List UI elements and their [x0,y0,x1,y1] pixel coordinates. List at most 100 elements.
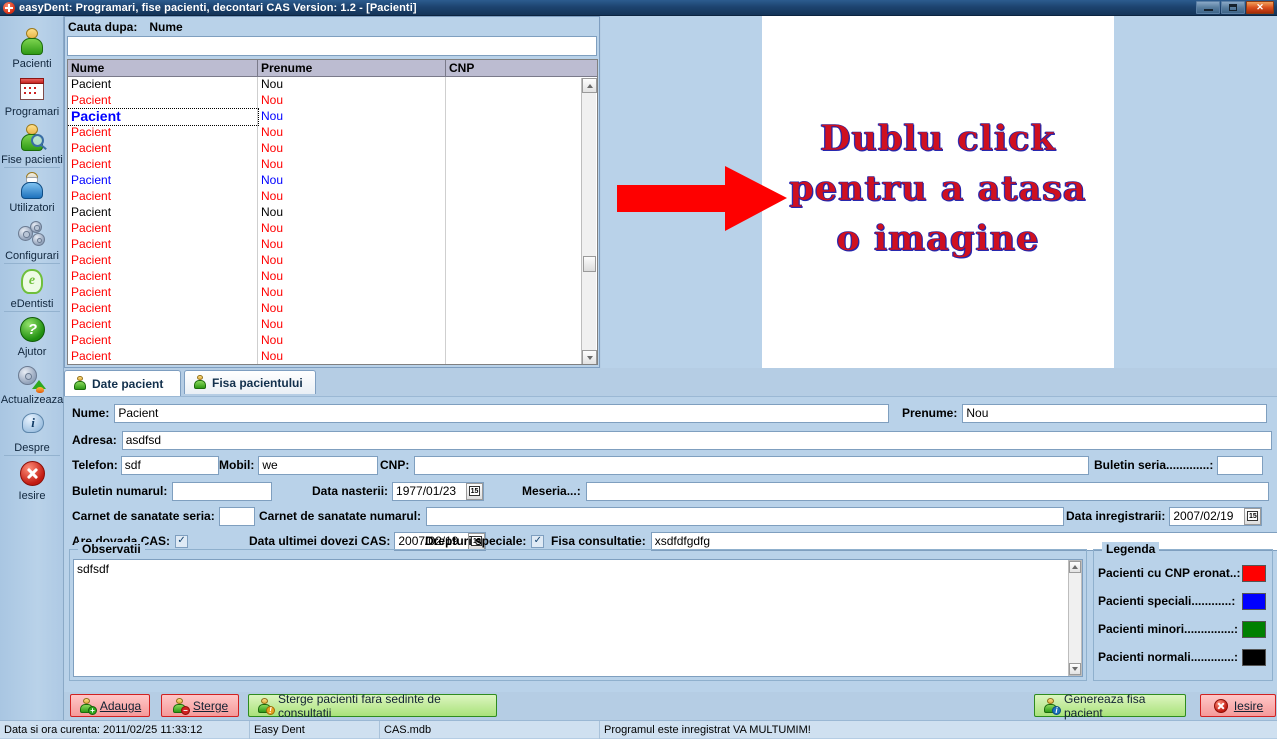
table-row[interactable]: PacientNou [68,109,597,125]
meseria-input[interactable] [586,482,1269,501]
cell-nume: Pacient [68,173,258,189]
calendar-picker-icon[interactable]: 15 [466,483,483,500]
buletin-numarul-input[interactable] [172,482,272,501]
cell-nume: Pacient [68,317,258,333]
tab-date-pacient[interactable]: Date pacient [64,370,181,396]
adauga-button[interactable]: + Adauga [70,694,150,717]
calendar-picker-icon[interactable]: 15 [1244,508,1261,525]
data-inregistrarii-datebox[interactable]: 15 [1169,507,1262,526]
scroll-up-button[interactable] [582,78,597,93]
nume-input[interactable] [114,404,889,423]
field-row-buletin-seria: Buletin seria.............: [1094,455,1263,475]
cnp-input[interactable] [414,456,1089,475]
sidebar-item-utilizatori[interactable]: Utilizatori [0,168,64,214]
legend-panel: Legenda Pacienti cu CNP eronat..: Pacien… [1093,549,1273,681]
tab-bar: Date pacient Fisa pacientului [64,370,1277,396]
sterge-button[interactable]: − Sterge [161,694,239,717]
legend-swatch [1242,593,1266,610]
data-nasterii-datebox[interactable]: 15 [392,482,484,501]
table-row[interactable]: PacientNou [68,269,597,285]
close-button[interactable]: ✕ [1246,1,1274,14]
info-balloon-icon: i [17,411,47,441]
sidebar-item-actualizeaza[interactable]: Actualizeaza [0,360,64,406]
cell-cnp [446,109,581,125]
attach-image-dropzone[interactable]: Dublu click pentru a atasa o imagine [762,16,1114,368]
table-row[interactable]: PacientNou [68,205,597,221]
sidebar-item-programari[interactable]: Programari [0,72,64,118]
legend-title: Legenda [1102,542,1159,556]
observatii-textarea[interactable]: sdfsdf [73,559,1083,677]
scroll-down-button[interactable] [582,350,597,365]
iesire-button[interactable]: Iesire [1200,694,1276,717]
legend-row-normali: Pacienti normali.............: [1098,648,1270,666]
field-row-nume: Nume: [72,403,889,423]
sidebar-item-ajutor[interactable]: ? Ajutor [0,312,64,358]
patient-icon [73,376,87,391]
field-row-meseria: Meseria...: [522,481,1269,501]
hint-line-3: o imagine [762,214,1114,264]
field-row-drepturi-speciale: Drepturi speciale: ✓ [425,531,544,551]
table-row[interactable]: PacientNou [68,141,597,157]
field-row-cnp: CNP: [380,455,1089,475]
sterge-pacienti-fara-sedinte-button[interactable]: ! Sterge pacienti fara sedinte de consul… [248,694,497,717]
fisa-consultatie-input[interactable] [651,532,1277,551]
table-row[interactable]: PacientNou [68,173,597,189]
cell-prenume: Nou [258,93,446,109]
legend-row-cnp-eronat: Pacienti cu CNP eronat..: [1098,564,1270,582]
scrollbar-thumb[interactable] [583,256,596,272]
prenume-input[interactable] [962,404,1267,423]
observatii-scrollbar[interactable] [1068,560,1082,676]
table-row[interactable]: PacientNou [68,253,597,269]
grid-column-nume[interactable]: Nume [68,60,258,76]
carnet-numarul-input[interactable] [426,507,1064,526]
drepturi-speciale-checkbox[interactable]: ✓ [531,535,544,548]
telefon-input[interactable] [121,456,219,475]
sidebar-item-iesire[interactable]: Iesire [0,456,64,502]
cell-prenume: Nou [258,301,446,317]
sidebar-item-edentisti[interactable]: e eDentisti [0,264,64,310]
grid-column-prenume[interactable]: Prenume [258,60,446,76]
cell-nume: Pacient [68,157,258,173]
sidebar-item-pacienti[interactable]: Pacienti [0,24,64,70]
tab-label: Date pacient [92,377,163,391]
mobil-input[interactable] [258,456,378,475]
adresa-input[interactable] [122,431,1272,450]
table-row[interactable]: PacientNou [68,93,597,109]
patient-search-icon [17,123,47,153]
table-row[interactable]: PacientNou [68,301,597,317]
scroll-down-button[interactable] [1069,663,1081,675]
table-row[interactable]: PacientNou [68,189,597,205]
carnet-seria-input[interactable] [219,507,255,526]
minimize-button[interactable] [1196,1,1220,14]
help-question-icon: ? [17,315,47,345]
update-gear-icon [17,363,47,393]
table-row[interactable]: PacientNou [68,285,597,301]
table-row[interactable]: PacientNou [68,349,597,365]
sidebar-item-despre[interactable]: i Despre [0,408,64,454]
search-field-name: Nume [149,20,182,34]
tab-fisa-pacientului[interactable]: Fisa pacientului [184,370,316,394]
scroll-up-button[interactable] [1069,561,1081,573]
buletin-seria-input[interactable] [1217,456,1263,475]
table-row[interactable]: PacientNou [68,157,597,173]
table-row[interactable]: PacientNou [68,77,597,93]
grid-column-cnp[interactable]: CNP [446,60,581,76]
table-row[interactable]: PacientNou [68,125,597,141]
genereaza-fisa-pacient-button[interactable]: i Genereaza fisa pacient [1034,694,1186,717]
sidebar-item-fise-pacienti[interactable]: Fise pacienti [0,120,64,166]
cell-cnp [446,157,581,173]
cell-nume: Pacient [68,109,258,125]
grid-vertical-scrollbar[interactable] [581,78,596,365]
patient-grid[interactable]: Nume Prenume CNP PacientNouPacientNouPac… [67,59,598,365]
table-row[interactable]: PacientNou [68,237,597,253]
patient-icon [193,375,207,390]
maximize-button[interactable] [1221,1,1245,14]
tab-label: Fisa pacientului [212,376,303,390]
search-input[interactable] [67,36,597,56]
cell-nume: Pacient [68,77,258,93]
table-row[interactable]: PacientNou [68,333,597,349]
table-row[interactable]: PacientNou [68,221,597,237]
table-row[interactable]: PacientNou [68,317,597,333]
are-dovada-cas-checkbox[interactable]: ✓ [175,535,188,548]
sidebar-item-configurari[interactable]: Configurari [0,216,64,262]
